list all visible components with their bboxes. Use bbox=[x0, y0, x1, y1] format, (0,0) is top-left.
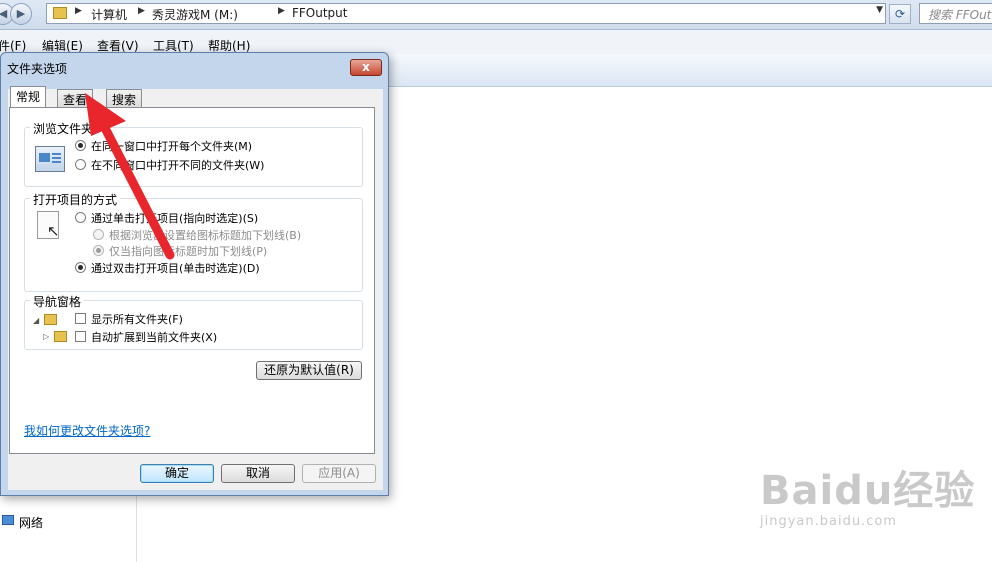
ok-button[interactable]: 确定 bbox=[140, 464, 214, 483]
tab-general[interactable]: 常规 bbox=[10, 86, 47, 107]
option-label[interactable]: 通过双击打开项目(单击时选定)(D) bbox=[91, 260, 260, 276]
browse-folders-group: 浏览文件夹 在同一窗口中打开每个文件夹(M) 在不同窗口中打开不同的文件夹(W) bbox=[24, 120, 363, 187]
close-button[interactable]: x bbox=[350, 59, 382, 76]
tab-search[interactable]: 搜索 bbox=[106, 89, 143, 107]
checkbox-label[interactable]: 自动扩展到当前文件夹(X) bbox=[91, 329, 217, 345]
open-items-group: 打开项目的方式 ↖ 通过单击打开项目(指向时选定)(S) 根据浏览器设置给图标标… bbox=[24, 191, 363, 292]
tab-page-general: 浏览文件夹 在同一窗口中打开每个文件夹(M) 在不同窗口中打开不同的文件夹(W)… bbox=[9, 107, 375, 454]
radio-new-window[interactable] bbox=[75, 159, 86, 170]
radio-underline-browser bbox=[93, 229, 104, 240]
navigation-pane: 网络 bbox=[0, 490, 137, 562]
checkbox-label[interactable]: 显示所有文件夹(F) bbox=[91, 311, 183, 327]
folder-icon bbox=[54, 331, 67, 342]
apply-button[interactable]: 应用(A) bbox=[302, 464, 376, 483]
radio-same-window[interactable] bbox=[75, 140, 86, 151]
restore-defaults-button[interactable]: 还原为默认值(R) bbox=[256, 361, 362, 380]
tree-collapsed-icon: ▷ bbox=[43, 332, 50, 341]
radio-single-click[interactable] bbox=[75, 212, 86, 223]
menu-bar: 件(F) 编辑(E) 查看(V) 工具(T) 帮助(H) bbox=[0, 30, 992, 54]
chevron-right-icon[interactable]: ▶ bbox=[278, 6, 285, 16]
nav-item-network[interactable]: 网络 bbox=[19, 514, 43, 531]
address-field[interactable]: ▶ 计算机 ▶ 秀灵游戏M (M:) ▶ FFOutput ▼ bbox=[46, 3, 886, 24]
search-placeholder: 搜索 FFOut bbox=[928, 8, 992, 22]
option-label: 根据浏览器设置给图标标题加下划线(B) bbox=[109, 229, 302, 242]
folder-icon bbox=[53, 7, 67, 19]
baidu-logo: Baidu经验 bbox=[760, 468, 976, 514]
checkbox-auto-expand[interactable] bbox=[75, 331, 86, 342]
tree-expanded-icon: ◢ bbox=[33, 316, 40, 325]
watermark: Baidu经验 jingyan.baidu.com bbox=[760, 458, 976, 529]
chevron-right-icon[interactable]: ▶ bbox=[75, 6, 82, 16]
network-icon bbox=[2, 515, 14, 525]
group-title-browse: 浏览文件夹 bbox=[30, 120, 97, 137]
cancel-button[interactable]: 取消 bbox=[221, 464, 295, 483]
breadcrumb-computer[interactable]: 计算机 bbox=[91, 6, 127, 23]
folder-icon bbox=[44, 314, 57, 325]
breadcrumb-drive[interactable]: 秀灵游戏M (M:) bbox=[152, 6, 238, 23]
tab-view[interactable]: 查看 bbox=[57, 89, 94, 107]
forward-button[interactable]: ▶ bbox=[10, 3, 32, 25]
help-link[interactable]: 我如何更改文件夹选项? bbox=[24, 422, 150, 439]
folder-options-dialog: 文件夹选项 x 常规 查看 搜索 浏览文件夹 在同一窗口中打开每个文件夹(M) … bbox=[0, 52, 389, 496]
browse-window-icon bbox=[35, 146, 65, 172]
cursor-click-icon: ↖ bbox=[37, 211, 60, 240]
radio-double-click[interactable] bbox=[75, 262, 86, 273]
option-label: 仅当指向图标标题时加下划线(P) bbox=[109, 245, 268, 258]
radio-underline-point bbox=[93, 245, 104, 256]
group-title-open: 打开项目的方式 bbox=[30, 191, 121, 208]
dialog-body: 常规 查看 搜索 浏览文件夹 在同一窗口中打开每个文件夹(M) 在不同窗口中打开… bbox=[8, 86, 383, 490]
checkbox-show-all-folders[interactable] bbox=[75, 313, 86, 324]
option-label[interactable]: 在不同窗口中打开不同的文件夹(W) bbox=[91, 157, 264, 173]
search-input[interactable]: 搜索 FFOut bbox=[919, 3, 992, 24]
option-label[interactable]: 在同一窗口中打开每个文件夹(M) bbox=[91, 138, 252, 154]
option-label[interactable]: 通过单击打开项目(指向时选定)(S) bbox=[91, 210, 258, 226]
breadcrumb-folder[interactable]: FFOutput bbox=[292, 6, 348, 20]
dialog-title: 文件夹选项 bbox=[7, 62, 68, 76]
chevron-down-icon[interactable]: ▼ bbox=[876, 5, 883, 15]
chevron-right-icon[interactable]: ▶ bbox=[138, 6, 145, 16]
watermark-url: jingyan.baidu.com bbox=[760, 514, 897, 529]
address-toolbar: ◀ ▶ ▶ 计算机 ▶ 秀灵游戏M (M:) ▶ FFOutput ▼ ⟳ 搜索… bbox=[0, 0, 992, 30]
group-title-nav: 导航窗格 bbox=[30, 293, 85, 310]
refresh-button[interactable]: ⟳ bbox=[889, 4, 911, 24]
navigation-pane-group: 导航窗格 ◢ 显示所有文件夹(F) ▷ 自动扩展到当前文件夹(X) bbox=[24, 293, 363, 350]
